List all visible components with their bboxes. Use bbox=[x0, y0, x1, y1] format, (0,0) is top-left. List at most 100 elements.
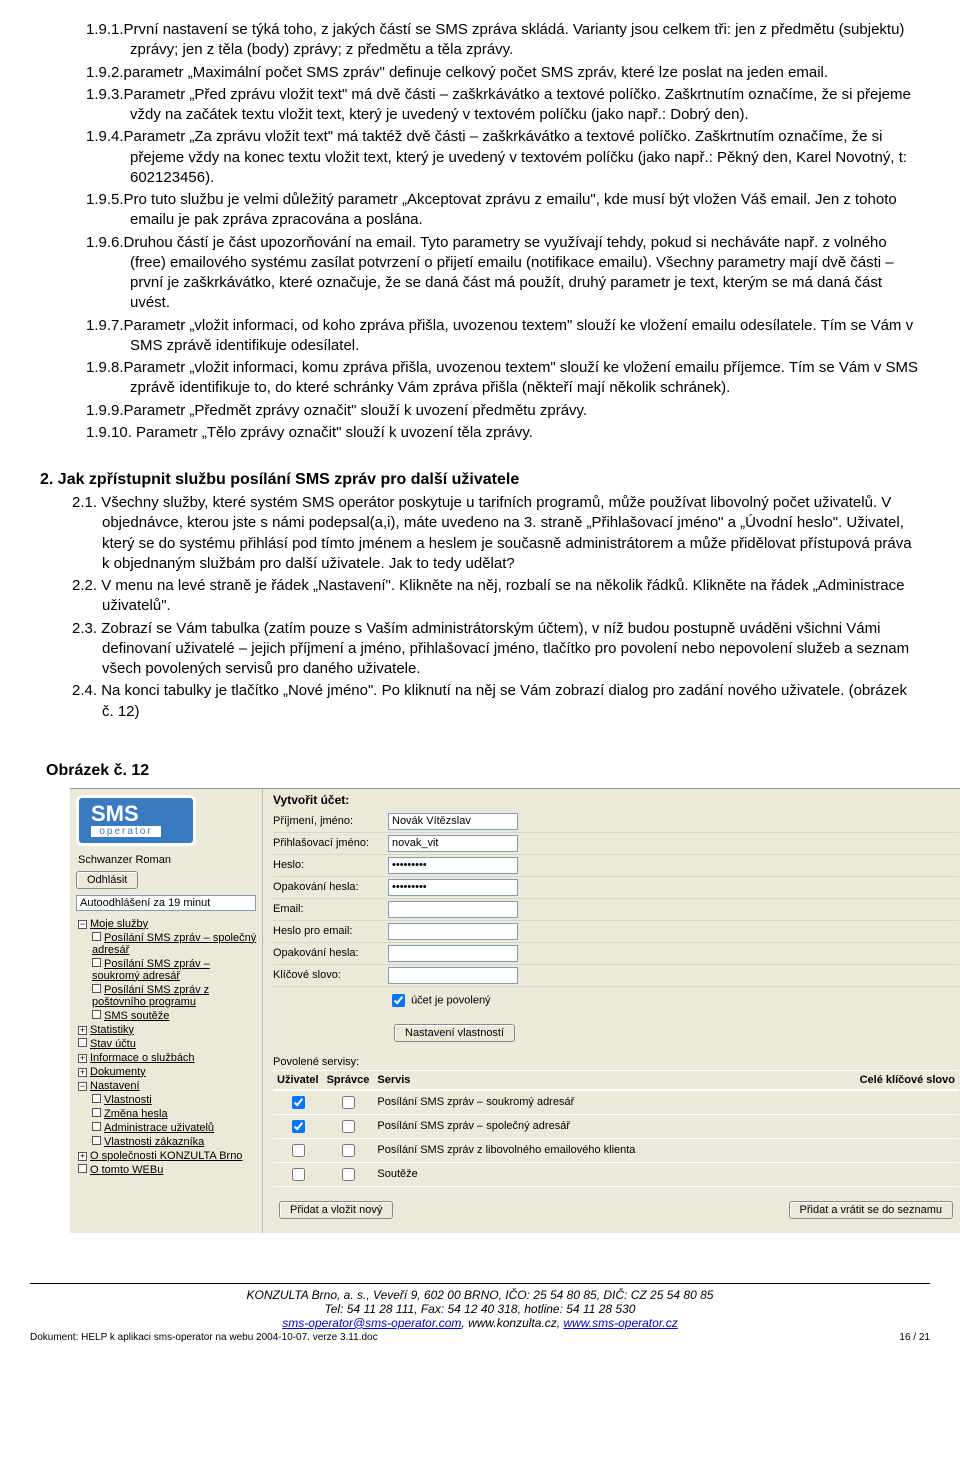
page-number: 16 / 21 bbox=[899, 1332, 930, 1343]
section-2-heading: 2. Jak zpřístupnit službu posílání SMS z… bbox=[40, 471, 920, 489]
sidebar: SMS operator Schwanzer Roman Odhlásit Au… bbox=[70, 789, 262, 1233]
account-enabled-row: účet je povolený bbox=[273, 987, 959, 1014]
list-item: 1.9.3.Parametr „Před zprávu vložit text"… bbox=[40, 85, 920, 126]
list-item: 1.9.4.Parametr „Za zprávu vložit text" m… bbox=[40, 127, 920, 188]
field-label: Email: bbox=[273, 903, 388, 915]
list-item: 1.9.10. Parametr „Tělo zprávy označit" s… bbox=[40, 423, 920, 443]
form-row: Opakování hesla: bbox=[273, 877, 959, 899]
account-enabled-label: účet je povolený bbox=[411, 994, 491, 1006]
nav-sub-item[interactable]: Posílání SMS zpráv – společný adresář bbox=[70, 931, 262, 957]
user-checkbox[interactable] bbox=[292, 1144, 305, 1157]
sidebar-nav: −Moje službyPosílání SMS zpráv – společn… bbox=[70, 917, 262, 1177]
text-input[interactable] bbox=[388, 967, 518, 984]
embedded-app-screenshot: SMS operator Schwanzer Roman Odhlásit Au… bbox=[70, 788, 960, 1233]
text-input[interactable] bbox=[388, 923, 518, 940]
list-item: 2.2. V menu na levé straně je řádek „Nas… bbox=[40, 576, 920, 617]
field-label: Příjmení, jméno: bbox=[273, 815, 388, 827]
col-admin: Správce bbox=[323, 1070, 374, 1090]
col-user: Uživatel bbox=[273, 1070, 323, 1090]
list-item: 2.3. Zobrazí se Vám tabulka (zatím pouze… bbox=[40, 619, 920, 680]
text-input[interactable] bbox=[388, 857, 518, 874]
logout-button[interactable]: Odhlásit bbox=[76, 871, 138, 889]
table-row: Posílání SMS zpráv – soukromý adresář bbox=[273, 1090, 959, 1115]
nav-item[interactable]: +O společnosti KONZULTA Brno bbox=[70, 1149, 262, 1163]
service-name: Soutěže bbox=[373, 1162, 959, 1186]
nav-sub-item[interactable]: Posílání SMS zpráv – soukromý adresář bbox=[70, 957, 262, 983]
form-row: Email: bbox=[273, 899, 959, 921]
nav-item[interactable]: +Dokumenty bbox=[70, 1065, 262, 1079]
admin-checkbox[interactable] bbox=[342, 1144, 355, 1157]
page-footer: KONZULTA Brno, a. s., Veveří 9, 602 00 B… bbox=[30, 1283, 930, 1353]
services-table: Uživatel Správce Servis Celé klíčové slo… bbox=[273, 1070, 959, 1187]
user-checkbox[interactable] bbox=[292, 1168, 305, 1181]
service-name: Posílání SMS zpráv – společný adresář bbox=[373, 1114, 959, 1138]
col-keyword: Celé klíčové slovo bbox=[540, 1070, 959, 1090]
nav-item[interactable]: +Informace o službách bbox=[70, 1051, 262, 1065]
text-input[interactable] bbox=[388, 835, 518, 852]
text-input[interactable] bbox=[388, 945, 518, 962]
field-label: Heslo: bbox=[273, 859, 388, 871]
list-item: 1.9.7.Parametr „vložit informaci, od koh… bbox=[40, 316, 920, 357]
list-item: 1.9.9.Parametr „Předmět zprávy označit" … bbox=[40, 401, 920, 421]
list-item: 2.1. Všechny služby, které systém SMS op… bbox=[40, 493, 920, 574]
nav-sub-item[interactable]: Vlastnosti bbox=[70, 1093, 262, 1107]
text-input[interactable] bbox=[388, 901, 518, 918]
footer-line-1: KONZULTA Brno, a. s., Veveří 9, 602 00 B… bbox=[30, 1288, 930, 1302]
set-properties-button[interactable]: Nastavení vlastností bbox=[394, 1024, 515, 1042]
nav-my-services[interactable]: −Moje služby bbox=[70, 917, 262, 931]
table-row: Posílání SMS zpráv – společný adresář bbox=[273, 1114, 959, 1138]
list-item: 1.9.2.parametr „Maximální počet SMS zprá… bbox=[40, 63, 920, 83]
auto-logout-field: Autoodhlášení za 19 minut bbox=[76, 895, 256, 911]
field-label: Opakování hesla: bbox=[273, 881, 388, 893]
form-row: Heslo: bbox=[273, 855, 959, 877]
text-input[interactable] bbox=[388, 813, 518, 830]
field-label: Klíčové slovo: bbox=[273, 969, 388, 981]
user-checkbox[interactable] bbox=[292, 1120, 305, 1133]
footer-email[interactable]: sms-operator@sms-operator.com bbox=[282, 1316, 461, 1330]
list-item: 1.9.1.První nastavení se týká toho, z ja… bbox=[40, 20, 920, 61]
section-2-list: 2.1. Všechny služby, které systém SMS op… bbox=[40, 493, 920, 722]
nav-item[interactable]: O tomto WEBu bbox=[70, 1163, 262, 1177]
field-label: Heslo pro email: bbox=[273, 925, 388, 937]
sms-operator-logo: SMS operator bbox=[76, 795, 196, 846]
list-item: 1.9.5.Pro tuto službu je velmi důležitý … bbox=[40, 190, 920, 231]
admin-checkbox[interactable] bbox=[342, 1120, 355, 1133]
form-row: Heslo pro email: bbox=[273, 921, 959, 943]
logged-user-name: Schwanzer Roman bbox=[70, 850, 262, 867]
form-title: Vytvořit účet: bbox=[273, 793, 959, 807]
section-1-list: 1.9.1.První nastavení se týká toho, z ja… bbox=[40, 20, 920, 443]
main-panel: Vytvořit účet: Příjmení, jméno: Přihlašov… bbox=[262, 789, 960, 1233]
footer-url[interactable]: www.sms-operator.cz bbox=[563, 1316, 677, 1330]
list-item: 2.4. Na konci tabulky je tlačítko „Nové … bbox=[40, 681, 920, 722]
nav-item[interactable]: +Statistiky bbox=[70, 1023, 262, 1037]
account-enabled-checkbox[interactable] bbox=[392, 994, 405, 1007]
footer-line-2: Tel: 54 11 28 111, Fax: 54 12 40 318, ho… bbox=[30, 1302, 930, 1316]
allowed-services-label: Povolené servisy: bbox=[273, 1056, 959, 1068]
service-name: Posílání SMS zpráv z libovolného emailov… bbox=[373, 1138, 959, 1162]
nav-item[interactable]: Stav účtu bbox=[70, 1037, 262, 1051]
list-item: 1.9.6.Druhou částí je část upozorňování … bbox=[40, 233, 920, 314]
field-label: Opakování hesla: bbox=[273, 947, 388, 959]
nav-item[interactable]: −Nastavení bbox=[70, 1079, 262, 1093]
form-row: Příjmení, jméno: bbox=[273, 811, 959, 833]
list-item: 1.9.8.Parametr „vložit informaci, komu z… bbox=[40, 358, 920, 399]
doc-filename: Dokument: HELP k aplikaci sms-operator n… bbox=[30, 1332, 378, 1343]
nav-sub-item[interactable]: SMS soutěže bbox=[70, 1009, 262, 1023]
nav-sub-item[interactable]: Posílání SMS zpráv z poštovního programu bbox=[70, 983, 262, 1009]
nav-sub-item[interactable]: Administrace uživatelů bbox=[70, 1121, 262, 1135]
form-row: Opakování hesla: bbox=[273, 943, 959, 965]
add-and-new-button[interactable]: Přidat a vložit nový bbox=[279, 1201, 393, 1219]
table-row: Soutěže bbox=[273, 1162, 959, 1186]
admin-checkbox[interactable] bbox=[342, 1168, 355, 1181]
nav-sub-item[interactable]: Vlastnosti zákazníka bbox=[70, 1135, 262, 1149]
document-body: 1.9.1.První nastavení se týká toho, z ja… bbox=[0, 0, 960, 1243]
nav-sub-item[interactable]: Změna hesla bbox=[70, 1107, 262, 1121]
text-input[interactable] bbox=[388, 879, 518, 896]
add-and-return-button[interactable]: Přidat a vrátit se do seznamu bbox=[789, 1201, 953, 1219]
figure-caption: Obrázek č. 12 bbox=[46, 762, 920, 780]
field-label: Přihlašovací jméno: bbox=[273, 837, 388, 849]
col-service: Servis bbox=[373, 1070, 539, 1090]
table-row: Posílání SMS zpráv z libovolného emailov… bbox=[273, 1138, 959, 1162]
admin-checkbox[interactable] bbox=[342, 1096, 355, 1109]
user-checkbox[interactable] bbox=[292, 1096, 305, 1109]
